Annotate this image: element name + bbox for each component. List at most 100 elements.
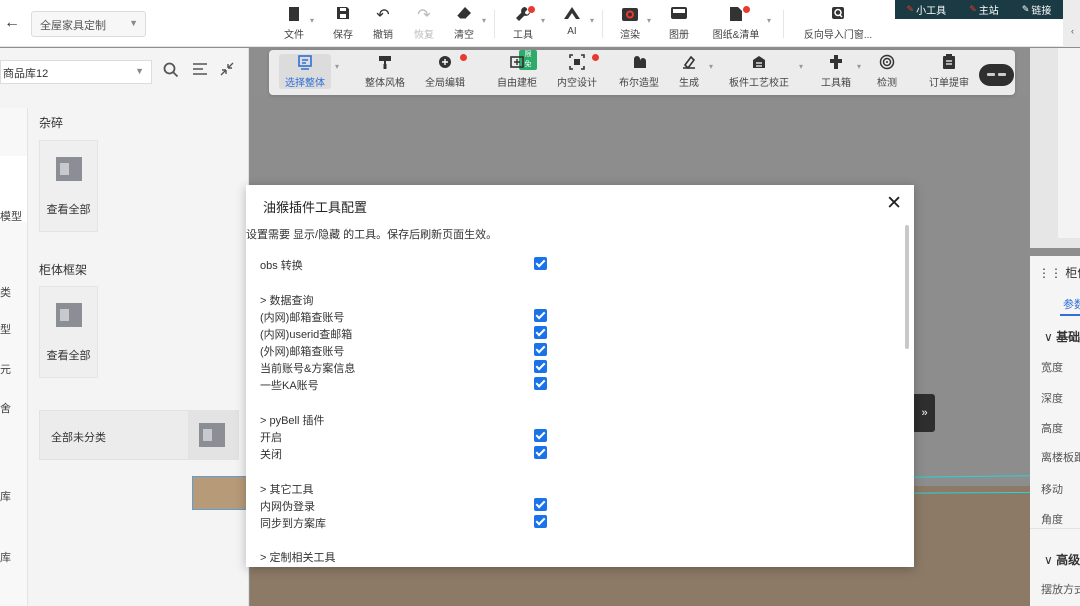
- collapse-icon[interactable]: [220, 62, 234, 80]
- file-icon: [274, 6, 314, 26]
- main-site-link[interactable]: ✎ 主站: [969, 2, 999, 17]
- prop-depth: 深度: [1041, 393, 1063, 405]
- tools-caret-icon[interactable]: ▾: [541, 16, 545, 25]
- prop-move: 移动: [1041, 484, 1063, 496]
- option-checkbox[interactable]: [534, 309, 547, 322]
- filter-icon[interactable]: [192, 62, 208, 80]
- album-label: 图册: [669, 30, 689, 41]
- inner-space-icon: [557, 54, 599, 74]
- option-checkbox[interactable]: [534, 257, 547, 270]
- reverse-import-button[interactable]: 反向导入门窗...: [796, 6, 880, 41]
- card-label: 全部未分类: [51, 432, 106, 444]
- view-all-card[interactable]: 查看全部: [39, 286, 98, 378]
- toolbox-caret-icon[interactable]: ▾: [857, 62, 861, 71]
- tools-label: 工具: [513, 30, 533, 41]
- links-link[interactable]: ✎ 链接: [1022, 2, 1052, 17]
- group-header[interactable]: > pyBell 插件: [260, 412, 325, 428]
- group-header[interactable]: > 其它工具: [260, 481, 313, 497]
- generate-caret-icon[interactable]: ▾: [709, 62, 713, 71]
- group-basic[interactable]: ∨ 基础: [1044, 328, 1080, 345]
- option-checkbox[interactable]: [534, 498, 547, 511]
- uncategorized-card[interactable]: 全部未分类: [39, 410, 239, 460]
- ai-caret-icon[interactable]: ▾: [590, 16, 594, 25]
- global-edit-button[interactable]: 全局编辑: [425, 54, 467, 89]
- clear-caret-icon[interactable]: ▾: [482, 16, 486, 25]
- pen-icon: ✎: [906, 4, 915, 14]
- option-checkbox[interactable]: [534, 343, 547, 356]
- close-icon[interactable]: ✕: [886, 193, 902, 215]
- search-icon[interactable]: [163, 62, 179, 82]
- select-caret-icon[interactable]: ▾: [335, 62, 339, 71]
- mini-tools-link[interactable]: ✎ 小工具: [907, 2, 947, 17]
- drawings-list-button[interactable]: 图纸&清单: [706, 6, 766, 41]
- drawings-caret-icon[interactable]: ▾: [767, 16, 771, 25]
- toolbox-button[interactable]: 工具箱: [821, 54, 851, 89]
- option-label: (外网)邮箱查账号: [260, 346, 345, 358]
- file-caret-icon[interactable]: ▾: [310, 16, 314, 25]
- undo-button[interactable]: ↶ 撤销: [363, 6, 403, 41]
- free-build-button[interactable]: 限免 自由建柜: [497, 50, 537, 89]
- board-caret-icon[interactable]: ▾: [799, 62, 803, 71]
- notification-dot: [528, 6, 535, 13]
- scrollbar-thumb[interactable]: [905, 225, 909, 349]
- tool-option-row: (内网)userid查邮箱: [260, 324, 550, 341]
- file-menu-button[interactable]: 文件: [274, 6, 314, 41]
- group-header[interactable]: > 数据查询: [260, 292, 313, 308]
- option-checkbox[interactable]: [534, 377, 547, 390]
- generate-button[interactable]: 生成: [679, 54, 699, 89]
- group-advanced[interactable]: ∨ 高级: [1044, 551, 1080, 568]
- option-checkbox[interactable]: [534, 429, 547, 442]
- tool-option-row: 内网伪登录: [260, 496, 550, 513]
- redo-button[interactable]: ↷ 恢复: [404, 6, 444, 41]
- eraser-icon: [444, 6, 484, 26]
- view-all-card[interactable]: 查看全部: [39, 140, 98, 232]
- back-arrow-icon[interactable]: ←: [4, 14, 20, 32]
- category-item[interactable]: 库: [0, 488, 11, 504]
- option-checkbox[interactable]: [534, 326, 547, 339]
- category-item[interactable]: 舍: [0, 400, 11, 416]
- design-toolbar: 选择整体 ▾ 整体风格 全局编辑 限免 自由建柜 内空设计 布尔造型 生成 ▾ …: [269, 50, 1015, 95]
- undo-icon: ↶: [376, 7, 390, 24]
- free-build-label: 自由建柜: [497, 78, 537, 89]
- view-toggle[interactable]: [979, 64, 1014, 86]
- group-header[interactable]: > 定制相关工具: [260, 549, 335, 565]
- expand-panel-button[interactable]: »: [914, 394, 935, 432]
- panel-title: ⋮⋮ 柜体1: [1038, 266, 1080, 280]
- option-label: (内网)邮箱查账号: [260, 312, 345, 324]
- product-library-panel: 商品库12 ▼ 模型 类 型 元 舍 库 库 杂碎 查看全部 柜体框架 查看全部…: [0, 48, 249, 606]
- option-checkbox[interactable]: [534, 360, 547, 373]
- option-checkbox[interactable]: [534, 515, 547, 528]
- select-whole-button[interactable]: 选择整体: [279, 54, 331, 89]
- notification-dot: [592, 54, 599, 61]
- library-dropdown[interactable]: 商品库12 ▼: [0, 60, 152, 84]
- overall-style-button[interactable]: 整体风格: [365, 54, 405, 89]
- toggle-dash: [987, 73, 995, 76]
- tool-option-row: 当前账号&方案信息: [260, 358, 550, 375]
- category-item[interactable]: 型: [0, 321, 11, 337]
- boolean-shape-button[interactable]: 布尔造型: [619, 54, 659, 89]
- render-caret-icon[interactable]: ▾: [647, 16, 651, 25]
- option-checkbox[interactable]: [534, 446, 547, 459]
- album-button[interactable]: 图册: [659, 6, 699, 41]
- category-item[interactable]: 元: [0, 361, 11, 377]
- prop-angle: 角度: [1041, 514, 1063, 526]
- ai-menu-button[interactable]: AI: [552, 6, 592, 37]
- prop-floor-distance: 离楼板距: [1041, 452, 1080, 464]
- toggle-dash: [998, 73, 1006, 76]
- reverse-import-label: 反向导入门窗...: [803, 30, 873, 41]
- category-item[interactable]: 模型: [0, 208, 22, 224]
- inner-design-button[interactable]: 内空设计: [557, 54, 599, 89]
- order-review-button[interactable]: 订单提审: [929, 54, 969, 89]
- detect-button[interactable]: 检测: [877, 54, 897, 89]
- tool-option-row: (外网)邮箱查账号: [260, 341, 550, 358]
- board-correction-button[interactable]: 板件工艺校正: [729, 54, 789, 89]
- category-item[interactable]: 类: [0, 284, 11, 300]
- tools-menu-button[interactable]: 工具: [503, 6, 543, 41]
- category-item[interactable]: 库: [0, 549, 11, 565]
- clear-button[interactable]: 清空: [444, 6, 484, 41]
- tab-params[interactable]: 参数: [1063, 296, 1080, 312]
- solution-name-dropdown[interactable]: 全屋家具定制 ▼: [31, 11, 146, 37]
- scrollbar[interactable]: [904, 225, 910, 567]
- render-button[interactable]: 渲染: [610, 6, 650, 41]
- save-button[interactable]: 保存: [323, 6, 363, 41]
